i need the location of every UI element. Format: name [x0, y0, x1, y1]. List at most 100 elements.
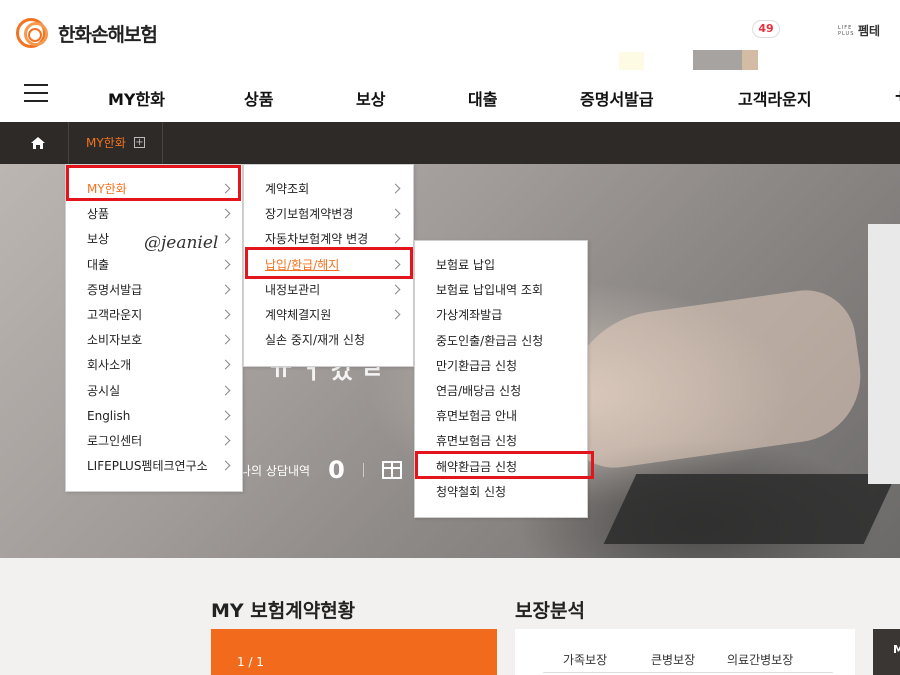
highlight-box — [245, 247, 413, 279]
menu1-item-label: 상품 — [87, 207, 110, 222]
lifeplus-label: 펨테 — [858, 24, 881, 38]
menu2-item-label: 장기보험계약변경 — [265, 207, 354, 222]
hanwha-logo[interactable]: 한화손해보험 — [14, 14, 158, 52]
gnb-item-customer-lounge[interactable]: 고객라운지 — [738, 86, 812, 110]
chevron-right-icon — [390, 233, 401, 244]
divider — [543, 672, 833, 673]
chevron-right-icon — [390, 208, 401, 219]
menu3-item-label: 만기환급금 신청 — [436, 358, 518, 373]
menu3-item-label: 보험료 납입내역 조회 — [436, 283, 543, 298]
menu1-item[interactable]: 소비자보호 — [66, 328, 242, 353]
highlight-box — [66, 165, 241, 201]
top-bar: 한화손해보험 49 LIFE PLUS 펨테 — [0, 0, 900, 74]
chevron-right-icon — [220, 385, 231, 396]
menu1-item[interactable]: English — [66, 404, 242, 429]
menu2-item[interactable]: 실손 중지/재개 신청 — [244, 328, 413, 353]
gnb-item-loan[interactable]: 대출 — [468, 86, 497, 110]
chevron-right-icon — [220, 208, 231, 219]
menu2-item-label: 내정보관리 — [265, 282, 321, 297]
menu3-item[interactable]: 가상계좌발급 — [415, 303, 587, 328]
gnb-item-my[interactable]: MY한화 — [108, 86, 165, 110]
hero-image-hand — [551, 283, 869, 475]
gnb-item-products[interactable]: 상품 — [244, 86, 273, 110]
chevron-right-icon — [390, 284, 401, 295]
gnb-overflow[interactable]: + — [894, 86, 900, 105]
tab-family-coverage[interactable]: 가족보장 — [563, 651, 607, 668]
menu1-item[interactable]: 대출 — [66, 253, 242, 278]
menu1-item[interactable]: 고객라운지 — [66, 303, 242, 328]
menu1-item[interactable]: LIFEPLUS펨테크연구소 — [66, 454, 242, 479]
lifeplus-logo-icon: LIFE PLUS — [838, 24, 855, 37]
notification-badge[interactable]: 49 — [752, 20, 780, 38]
breadcrumb-current[interactable]: MY한화 — [86, 134, 126, 151]
chevron-right-icon — [220, 284, 231, 295]
menu3-item[interactable]: 보험료 납입내역 조회 — [415, 278, 587, 303]
gift-icon[interactable] — [381, 461, 402, 479]
menu1-item-label: English — [87, 408, 131, 423]
logo-text: 한화손해보험 — [58, 23, 158, 46]
chevron-right-icon — [220, 359, 231, 370]
menu3-item-label: 휴면보험금 안내 — [436, 409, 518, 424]
chevron-right-icon — [220, 435, 231, 446]
menu3-item[interactable]: 보험료 납입 — [415, 253, 587, 278]
consult-count[interactable]: 0 — [328, 456, 345, 484]
menu1-item[interactable]: 로그인센터 — [66, 429, 242, 454]
menu3-item[interactable]: 중도인출/환급금 신청 — [415, 329, 587, 354]
chevron-right-icon — [220, 233, 231, 244]
tab-major-illness[interactable]: 큰병보장 — [651, 651, 695, 668]
menu3-item[interactable]: 청약철회 신청 — [415, 480, 587, 505]
chevron-right-icon — [390, 183, 401, 194]
menu2-item[interactable]: 계약조회 — [244, 177, 413, 202]
home-icon[interactable] — [30, 136, 46, 150]
dropdown-level1: MY한화 상품 보상 대출 증명서발급 고객라운지 소비자보호 회사소개 공시실 English 로… — [65, 164, 243, 492]
menu3-item-label: 보험료 납입 — [436, 258, 496, 272]
menu2-item[interactable]: 장기보험계약변경 — [244, 202, 413, 227]
menu2-item-label: 실손 중지/재개 신청 — [265, 333, 365, 348]
watermark: @jeaniel — [144, 233, 219, 253]
menu1-item-label: 소비자보호 — [87, 333, 143, 348]
menu3-item[interactable]: 만기환급금 신청 — [415, 354, 587, 379]
lifeplus-link[interactable]: LIFE PLUS 펨테 — [838, 22, 880, 39]
hero-image-keyboard — [603, 474, 897, 544]
contract-card[interactable]: 1 / 1 — [211, 629, 497, 675]
menu2-item[interactable]: 내정보관리 — [244, 278, 413, 303]
menu3-item[interactable]: 연금/배당금 신청 — [415, 379, 587, 404]
pager: 1 / 1 — [237, 655, 264, 669]
menu3-item[interactable]: 휴면보험금 안내 — [415, 404, 587, 429]
chevron-right-icon — [220, 259, 231, 270]
location-bar: MY한화 + — [0, 122, 900, 164]
menu1-item[interactable]: 회사소개 — [66, 353, 242, 378]
highlight-box — [415, 451, 594, 479]
tab-medical-care[interactable]: 의료간병보장 — [727, 651, 793, 668]
coverage-card: 가족보장 큰병보장 의료간병보장 — [515, 629, 855, 675]
hamburger-menu-icon[interactable] — [24, 84, 48, 102]
menu2-item[interactable]: 계약체결지원 — [244, 303, 413, 328]
menu1-item[interactable]: 증명서발급 — [66, 278, 242, 303]
chevron-right-icon — [220, 309, 231, 320]
divider — [362, 463, 364, 477]
menu2-item-label: 자동차보험계약 변경 — [265, 232, 369, 247]
menu1-item-label: LIFEPLUS펨테크연구소 — [87, 459, 208, 474]
menu1-item-label: 고객라운지 — [87, 308, 143, 322]
gnb-item-certificates[interactable]: 증명서발급 — [580, 86, 654, 110]
menu3-item-label: 가상계좌발급 — [436, 308, 503, 323]
hanwha-logo-icon — [14, 14, 54, 52]
dashboard-section: MY 보험계약현황 보장분석 1 / 1 가족보장 큰병보장 의료간병보장 M — [0, 558, 900, 675]
consult-summary: 나의 상담내역 0 — [240, 456, 402, 484]
menu1-item-label: 증명서발급 — [87, 282, 143, 297]
menu1-item[interactable]: 공시실 — [66, 379, 242, 404]
menu1-item-label: 보상 — [87, 232, 110, 247]
menu1-item-label: 대출 — [87, 257, 110, 272]
gnb-item-compensation[interactable]: 보상 — [356, 86, 385, 110]
menu1-item[interactable]: 상품 — [66, 202, 242, 227]
global-nav: MY한화 상품 보상 대출 증명서발급 고객라운지 + — [0, 70, 900, 122]
dark-side-card[interactable]: M — [873, 629, 900, 675]
divider — [162, 122, 163, 164]
menu2-item-label: 계약조회 — [265, 182, 310, 196]
menu3-item-label: 휴면보험금 신청 — [436, 434, 518, 449]
menu3-item-label: 연금/배당금 신청 — [436, 384, 522, 398]
menu3-item-label: 청약철회 신청 — [436, 484, 507, 499]
coverage-analysis-title: 보장분석 — [515, 600, 585, 622]
expand-plus-icon[interactable]: + — [134, 137, 145, 148]
chevron-right-icon — [390, 309, 401, 320]
